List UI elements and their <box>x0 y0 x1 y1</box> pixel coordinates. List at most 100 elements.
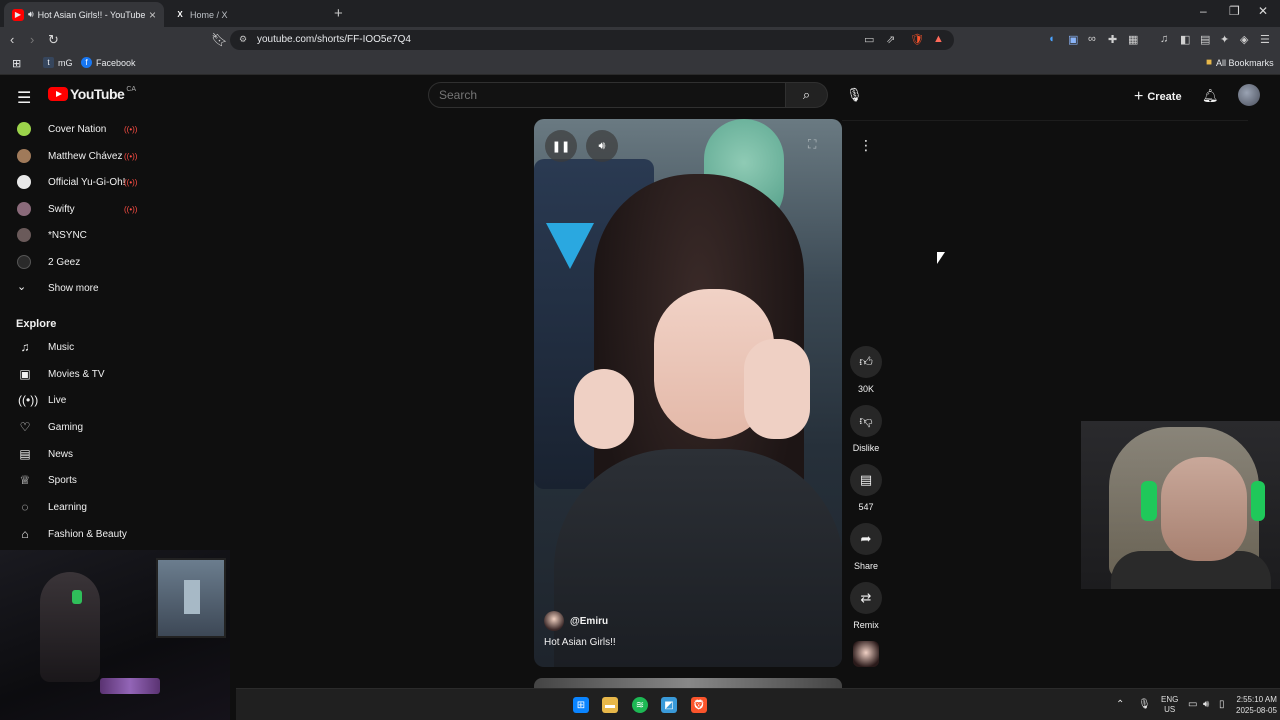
volume-tray-icon[interactable]: 🔊︎ <box>1203 699 1209 710</box>
keyboard-glow <box>100 678 160 694</box>
pause-button[interactable]: ❚❚ <box>545 130 577 162</box>
url-text[interactable]: youtube.com/shorts/FF-IOO5e7Q4 <box>257 34 411 45</box>
chevron-down-icon: ⌄ <box>17 281 27 293</box>
shorts-video-player[interactable]: ❚❚ 🔊︎ ⛶ @Emiru Hot Asian Girls!! <box>534 119 842 667</box>
minimize-icon[interactable]: – <box>1200 4 1207 18</box>
search-button[interactable]: ⌕ <box>786 82 828 108</box>
speaker-icon[interactable]: 🔊︎ <box>28 9 34 20</box>
sidebar-subscription-item[interactable]: Official Yu-Gi-Oh! ((•)) <box>0 169 153 195</box>
microphone-icon[interactable]: 🎙︎ <box>1138 699 1151 710</box>
leo-ai-icon[interactable]: ✦ <box>1220 33 1229 46</box>
sound-source-avatar[interactable] <box>853 641 879 667</box>
forward-icon[interactable]: › <box>30 32 34 47</box>
webcam-overlay-streamer <box>1081 421 1280 589</box>
address-bar[interactable]: ⚙ youtube.com/shorts/FF-IOO5e7Q4 ▭ ⇗ 🛡︎ … <box>230 30 954 50</box>
network-icon[interactable]: ▭ <box>1188 699 1197 710</box>
extensions-puzzle-icon[interactable]: ✚ <box>1108 33 1117 46</box>
short-title[interactable]: Hot Asian Girls!! <box>544 637 616 648</box>
create-button[interactable]: + Create <box>1134 88 1182 106</box>
media-music-icon[interactable]: ♫ <box>1160 33 1168 45</box>
browser-tabstrip: ▶ 🔊︎ Hot Asian Girls!! - YouTube × X Hom… <box>0 0 1280 27</box>
channel-name: Matthew Chávez <box>48 150 123 162</box>
windows-start-icon[interactable]: ⊞ <box>573 697 589 713</box>
sidebar-toggle-icon[interactable]: ◧ <box>1180 33 1190 46</box>
person-silhouette <box>40 572 100 682</box>
account-avatar[interactable] <box>1238 84 1260 106</box>
site-info-icon[interactable]: ⚙ <box>239 34 247 45</box>
channel-info[interactable]: @Emiru <box>544 611 608 631</box>
tab-close-icon[interactable]: × <box>149 8 156 22</box>
remix-button[interactable]: ⇄ Remix <box>846 582 886 630</box>
apps-grid-icon[interactable]: ⊞ <box>12 57 21 70</box>
channel-handle[interactable]: @Emiru <box>570 616 608 627</box>
volume-button[interactable]: 🔊︎ <box>586 130 618 162</box>
search-input[interactable] <box>428 82 786 108</box>
channel-avatar <box>17 228 31 242</box>
language-indicator[interactable]: ENG US <box>1161 695 1178 715</box>
tray-overflow-icon[interactable]: ⌃ <box>1116 699 1124 710</box>
extension-glasses-icon[interactable]: ∞ <box>1088 33 1096 45</box>
sidebar-item-news[interactable]: ▤ News <box>0 441 153 467</box>
comment-icon: ▤ <box>850 464 882 496</box>
file-explorer-icon[interactable]: ▬ <box>602 697 618 713</box>
bookmark-facebook[interactable]: f Facebook <box>81 57 136 68</box>
brave-browser-icon[interactable]: 🦁︎ <box>691 697 707 713</box>
clock-date: 2025-08-05 <box>1236 706 1277 715</box>
sidebar-item-movies[interactable]: ▣ Movies & TV <box>0 361 153 387</box>
chair-logo-image <box>546 223 594 269</box>
sidebar-item-gaming[interactable]: ♡ Gaming <box>0 414 153 440</box>
youtube-logo[interactable]: YouTube CA <box>48 86 136 102</box>
show-more-button[interactable]: ⌄ Show more <box>0 275 153 301</box>
more-options-icon[interactable]: ⋮ <box>858 137 874 154</box>
brave-rewards-icon[interactable]: ▲ <box>933 33 944 45</box>
sidebar-item-fashion[interactable]: ⌂ Fashion & Beauty <box>0 521 153 547</box>
menu-icon[interactable]: ☰ <box>1260 33 1270 46</box>
brave-shield-icon[interactable]: 🛡︎ <box>910 33 924 46</box>
channel-avatar[interactable] <box>544 611 564 631</box>
notifications-bell-icon[interactable]: 🔔︎ <box>1202 88 1219 104</box>
vpn-shield-icon[interactable]: ◈ <box>1240 33 1248 46</box>
fullscreen-icon[interactable]: ⛶ <box>808 137 816 152</box>
voice-search-icon[interactable]: 🎙︎ <box>846 87 863 103</box>
hamburger-menu-icon[interactable]: ☰ <box>17 88 31 108</box>
back-icon[interactable]: ‹ <box>10 32 14 47</box>
reload-icon[interactable]: ↻ <box>48 32 59 48</box>
sidebar-subscription-item[interactable]: Swifty ((•)) <box>0 196 153 222</box>
tab-x[interactable]: X Home / X <box>166 2 326 27</box>
cast-icon[interactable]: ▭ <box>864 33 874 46</box>
new-tab-icon[interactable]: + <box>334 5 343 22</box>
channel-avatar <box>17 255 31 269</box>
sidebar-item-label: Fashion & Beauty <box>48 528 127 540</box>
sidebar-subscription-item[interactable]: Matthew Chávez ((•)) <box>0 143 153 169</box>
app-icon[interactable]: ◩ <box>661 697 677 713</box>
sidebar-item-sports[interactable]: ♕ Sports <box>0 467 153 493</box>
bookmark-mg[interactable]: t mG <box>43 57 73 68</box>
system-clock[interactable]: 2:55:10 AM 2025-08-05 <box>1236 694 1277 716</box>
share-icon[interactable]: ⇗ <box>886 33 895 46</box>
extension-color-icon[interactable]: ▣ <box>1068 33 1078 46</box>
bookmarks-bar: ⊞ t mG f Facebook ■ All Bookmarks <box>0 53 1280 75</box>
like-button[interactable]: 👍︎ 30K <box>846 346 886 394</box>
sidebar-item-live[interactable]: ((•)) Live <box>0 387 153 413</box>
share-button[interactable]: ➦ Share <box>846 523 886 571</box>
sidebar-subscription-item[interactable]: 2 Geez <box>0 249 153 275</box>
extension-calendar-icon[interactable]: ▦ <box>1128 33 1138 46</box>
channel-name: Cover Nation <box>48 123 107 135</box>
sidebar-subscription-item[interactable]: Cover Nation ((•)) <box>0 116 153 142</box>
tab-youtube[interactable]: ▶ 🔊︎ Hot Asian Girls!! - YouTube × <box>4 2 164 27</box>
headphone-image <box>1251 481 1265 521</box>
battery-icon[interactable]: ▯ <box>1219 699 1225 710</box>
sidebar-subscription-item[interactable]: *NSYNC <box>0 222 153 248</box>
comments-button[interactable]: ▤ 547 <box>846 464 886 512</box>
spotify-icon[interactable]: ≋ <box>632 697 648 713</box>
window-close-icon[interactable]: ✕ <box>1258 4 1268 18</box>
extension-audio-icon[interactable]: ◖ <box>1048 33 1055 45</box>
sidebar-item-music[interactable]: ♫ Music <box>0 334 153 360</box>
wallet-icon[interactable]: ▤ <box>1200 33 1210 46</box>
sidebar-item-learning[interactable]: ◌ Learning <box>0 494 153 520</box>
dislike-button[interactable]: 👎︎ Dislike <box>846 405 886 453</box>
share-arrow-icon: ➦ <box>850 523 882 555</box>
restore-icon[interactable]: ❐ <box>1229 4 1240 18</box>
all-bookmarks[interactable]: ■ All Bookmarks <box>1206 57 1274 68</box>
bookmark-icon[interactable]: 🔖︎ <box>211 32 228 48</box>
